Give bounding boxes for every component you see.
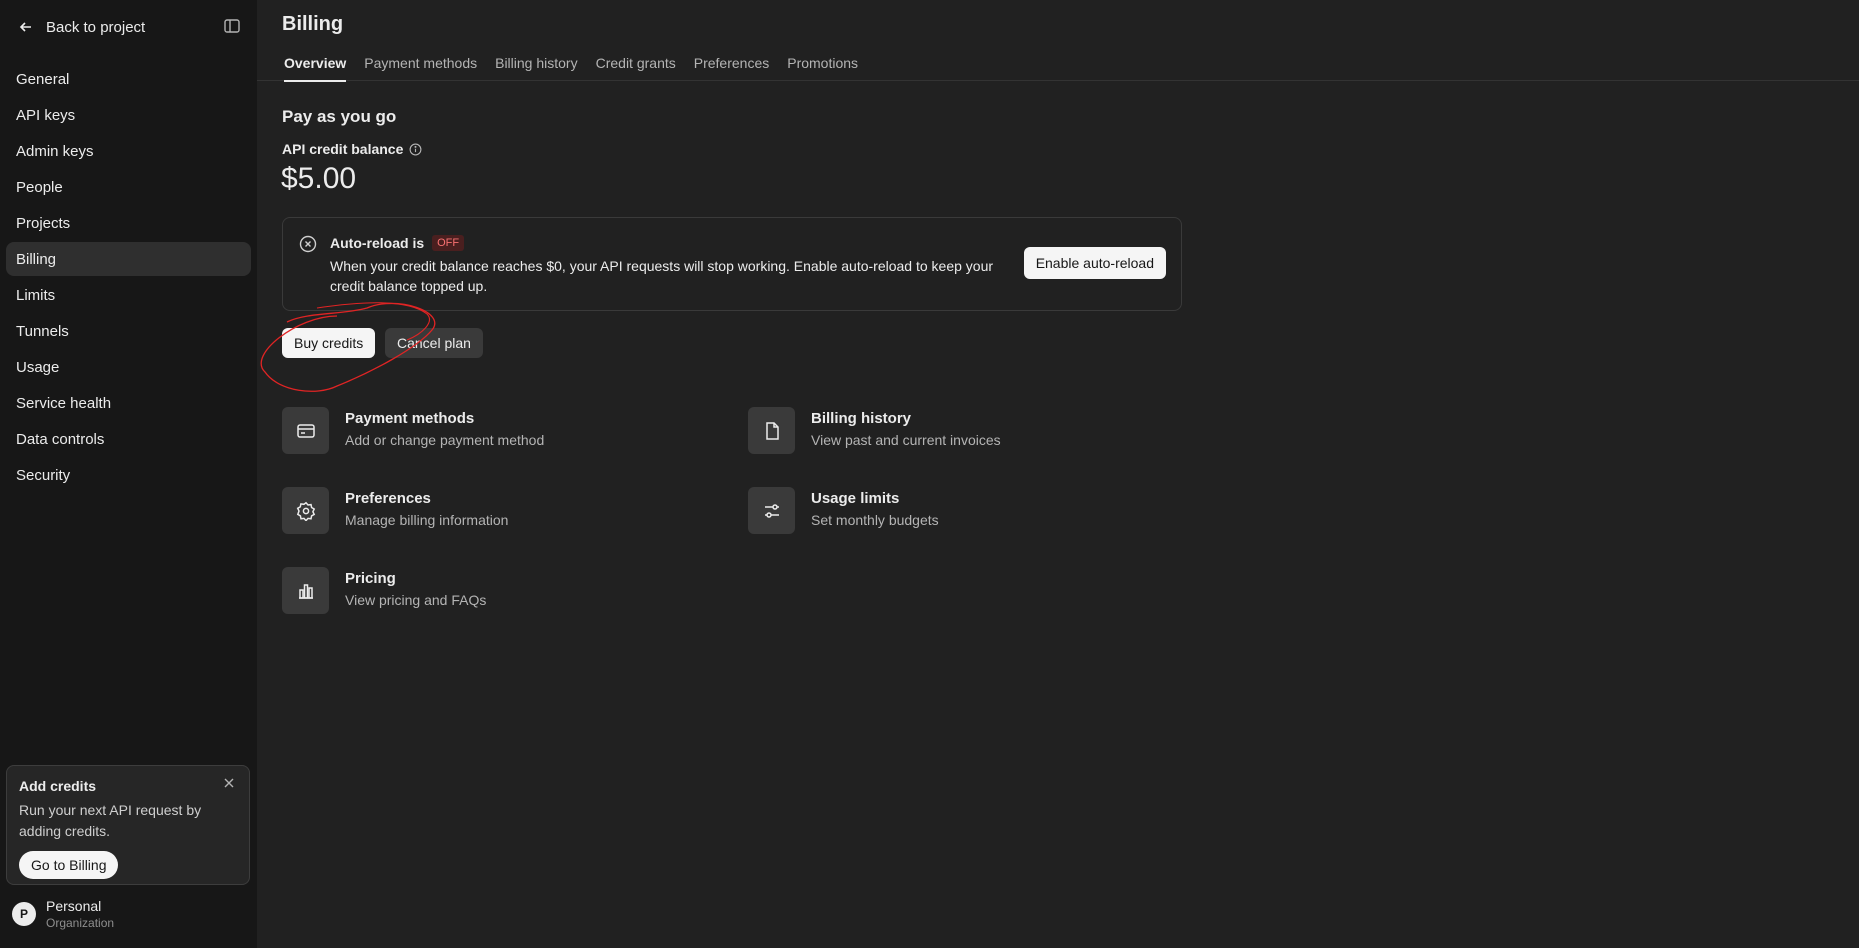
avatar: P xyxy=(12,902,36,926)
add-credits-promo: Add credits Run your next API request by… xyxy=(6,765,250,885)
link-subtitle: View pricing and FAQs xyxy=(345,592,487,608)
link-subtitle: Manage billing information xyxy=(345,512,509,528)
link-title: Pricing xyxy=(345,570,396,587)
gear-icon xyxy=(282,487,329,534)
link-title: Billing history xyxy=(811,410,912,427)
payment-methods-text: Payment methods Add or change payment me… xyxy=(345,407,544,454)
auto-reload-heading: Auto-reload is OFF xyxy=(330,235,465,251)
link-subtitle: View past and current invoices xyxy=(811,432,1001,448)
sidebar-item-general[interactable]: General xyxy=(6,62,251,96)
tab-promotions[interactable]: Promotions xyxy=(787,48,858,81)
sidebar-item-projects[interactable]: Projects xyxy=(6,206,251,240)
link-title: Preferences xyxy=(345,490,431,507)
sidebar-header: Back to project xyxy=(0,0,257,54)
sidebar-toggle-icon[interactable] xyxy=(223,17,243,37)
org-name: Personal xyxy=(46,898,102,914)
page-title: Billing xyxy=(282,13,344,35)
promo-text: Run your next API request by adding cred… xyxy=(19,802,202,839)
tab-billing-history[interactable]: Billing history xyxy=(495,48,577,81)
credit-balance-label-text: API credit balance xyxy=(282,141,404,157)
sidebar-item-data-controls[interactable]: Data controls xyxy=(6,422,251,456)
back-to-project-link[interactable]: Back to project xyxy=(18,19,145,36)
tab-payment-methods[interactable]: Payment methods xyxy=(364,48,477,81)
bar-chart-icon xyxy=(282,567,329,614)
main-content: Billing Overview Payment methods Billing… xyxy=(257,0,1859,948)
link-subtitle: Add or change payment method xyxy=(345,432,545,448)
sidebar-nav: General API keys Admin keys People Proje… xyxy=(0,62,257,492)
billing-tabs: Overview Payment methods Billing history… xyxy=(257,48,1859,82)
sliders-icon xyxy=(748,487,795,534)
sidebar-item-people[interactable]: People xyxy=(6,170,251,204)
usage-limits-link[interactable]: Usage limits Set monthly budgets xyxy=(748,487,939,534)
sidebar-item-api-keys[interactable]: API keys xyxy=(6,98,251,132)
link-title: Payment methods xyxy=(345,410,475,427)
organization-switcher[interactable]: P Personal Organization xyxy=(12,898,114,930)
billing-history-link[interactable]: Billing history View past and current in… xyxy=(748,407,1001,454)
payment-methods-link[interactable]: Payment methods Add or change payment me… xyxy=(282,407,544,454)
tab-preferences[interactable]: Preferences xyxy=(694,48,769,81)
auto-reload-card: Auto-reload is OFF When your credit bala… xyxy=(282,217,1182,311)
sidebar-item-usage[interactable]: Usage xyxy=(6,350,251,384)
sidebar-item-tunnels[interactable]: Tunnels xyxy=(6,314,251,348)
usage-limits-text: Usage limits Set monthly budgets xyxy=(811,487,939,534)
buy-credits-button[interactable]: Buy credits xyxy=(282,328,376,358)
document-icon xyxy=(748,407,795,454)
link-subtitle: Set monthly budgets xyxy=(811,512,939,528)
pricing-link[interactable]: Pricing View pricing and FAQs xyxy=(282,567,486,614)
pricing-text: Pricing View pricing and FAQs xyxy=(345,567,486,614)
credit-balance-label: API credit balance xyxy=(282,141,422,157)
org-type: Organization xyxy=(46,916,115,930)
sidebar: Back to project General API keys Admin k… xyxy=(0,0,257,948)
auto-reload-description: When your credit balance reaches $0, you… xyxy=(330,258,994,294)
sidebar-item-service-health[interactable]: Service health xyxy=(6,386,251,420)
app: Back to project General API keys Admin k… xyxy=(0,0,1859,948)
preferences-text: Preferences Manage billing information xyxy=(345,487,508,534)
sidebar-item-security[interactable]: Security xyxy=(6,458,251,492)
tab-credit-grants[interactable]: Credit grants xyxy=(596,48,676,81)
close-icon[interactable] xyxy=(223,776,235,792)
status-badge: OFF xyxy=(432,235,465,251)
preferences-link[interactable]: Preferences Manage billing information xyxy=(282,487,508,534)
enable-auto-reload-button[interactable]: Enable auto-reload xyxy=(1023,247,1166,279)
cancel-plan-button[interactable]: Cancel plan xyxy=(385,328,483,358)
billing-history-text: Billing history View past and current in… xyxy=(811,407,1001,454)
arrow-left-icon xyxy=(18,19,34,35)
plan-title: Pay as you go xyxy=(282,107,397,126)
x-circle-icon xyxy=(299,235,317,258)
go-to-billing-button[interactable]: Go to Billing xyxy=(19,851,119,879)
auto-reload-heading-text: Auto-reload is xyxy=(330,235,425,251)
back-to-project-label: Back to project xyxy=(46,18,146,36)
tab-overview[interactable]: Overview xyxy=(284,48,347,82)
sidebar-item-admin-keys[interactable]: Admin keys xyxy=(6,134,251,168)
sidebar-item-billing[interactable]: Billing xyxy=(6,242,251,276)
credit-card-icon xyxy=(282,407,329,454)
promo-title: Add credits xyxy=(19,778,97,794)
info-icon[interactable] xyxy=(409,143,422,156)
credit-balance-value: $5.00 xyxy=(281,162,357,195)
sidebar-item-limits[interactable]: Limits xyxy=(6,278,251,312)
link-title: Usage limits xyxy=(811,490,900,507)
org-info: Personal Organization xyxy=(46,898,114,930)
